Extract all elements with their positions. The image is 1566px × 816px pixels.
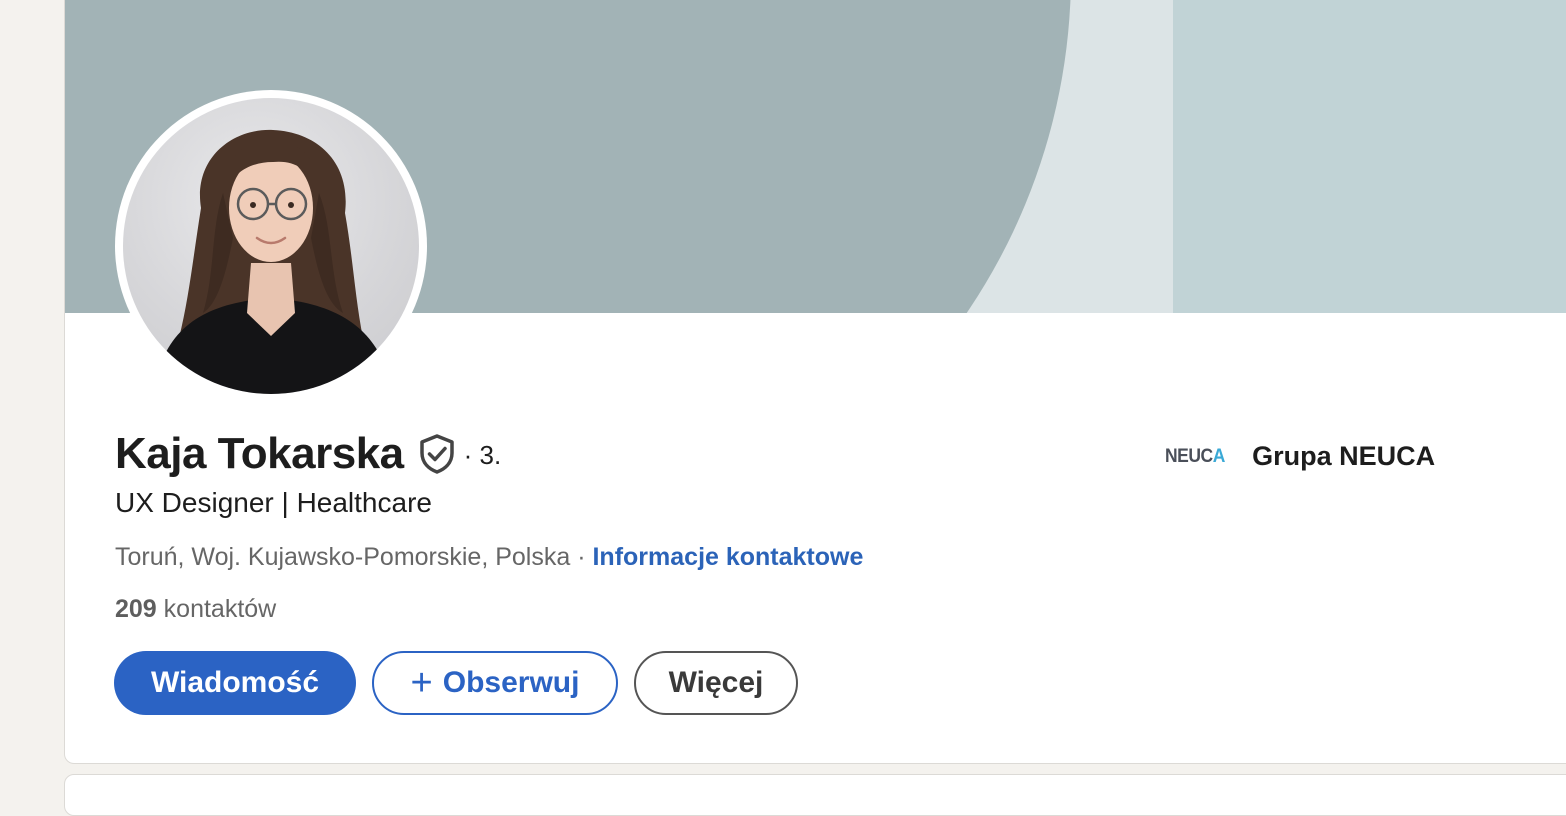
message-button[interactable]: Wiadomość (114, 651, 356, 715)
profile-avatar[interactable] (115, 90, 427, 402)
company-logo: NEUCA (1165, 446, 1225, 468)
profile-name-row: Kaja Tokarska · 3. (115, 429, 501, 479)
company-logo-accent: A (1212, 445, 1226, 467)
follow-button[interactable]: + Obserwuj (372, 651, 618, 715)
contact-info-link[interactable]: Informacje kontaktowe (592, 543, 863, 571)
profile-headline: UX Designer | Healthcare (115, 487, 432, 518)
profile-location-row: Toruń, Woj. Kujawsko-Pomorskie, Polska ·… (115, 543, 863, 572)
connections-label: kontaktów (156, 595, 277, 623)
next-section-card (64, 774, 1566, 816)
connections-count: 209 (115, 595, 157, 623)
profile-name: Kaja Tokarska (115, 429, 404, 478)
avatar-photo (123, 98, 419, 394)
plus-icon: + (410, 662, 433, 704)
profile-actions: Wiadomość + Obserwuj Więcej (114, 651, 798, 715)
location-separator: · (570, 543, 593, 571)
more-button[interactable]: Więcej (634, 651, 798, 715)
company-logo-text: NEUC (1165, 445, 1213, 467)
connection-degree: · 3. (463, 439, 502, 470)
connections-link[interactable]: 209 kontaktów (115, 595, 276, 624)
company-name: Grupa NEUCA (1252, 441, 1436, 471)
avatar-illustration (153, 129, 393, 394)
profile-location: Toruń, Woj. Kujawsko-Pomorskie, Polska (115, 543, 571, 571)
follow-label: Obserwuj (442, 666, 580, 699)
current-company[interactable]: NEUCA Grupa NEUCA (1165, 441, 1435, 472)
shield-check-icon[interactable] (418, 434, 456, 474)
banner-panel-shape (1173, 0, 1566, 313)
profile-card: Kaja Tokarska · 3. UX Designer | Healthc… (64, 0, 1566, 764)
